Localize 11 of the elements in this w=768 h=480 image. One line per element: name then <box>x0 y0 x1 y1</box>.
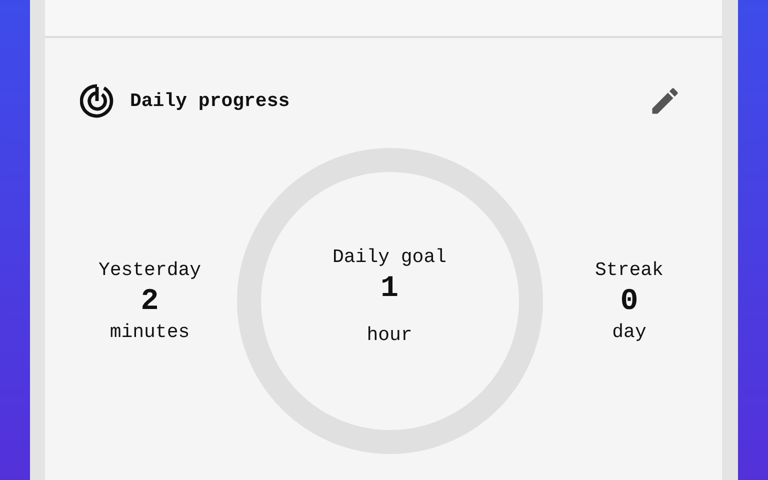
stat-unit: hour <box>366 324 412 346</box>
stat-value: 1 <box>380 272 398 306</box>
stat-label: Daily goal <box>332 246 447 268</box>
target-icon <box>80 84 114 118</box>
card-title: Daily progress <box>130 90 290 112</box>
stat-unit: minutes <box>110 321 190 343</box>
stat-value: 2 <box>140 285 159 319</box>
stat-label: Streak <box>595 259 664 281</box>
stat-value: 0 <box>620 285 638 319</box>
stat-label: Yesterday <box>98 259 202 281</box>
stat-unit: day <box>612 321 646 343</box>
